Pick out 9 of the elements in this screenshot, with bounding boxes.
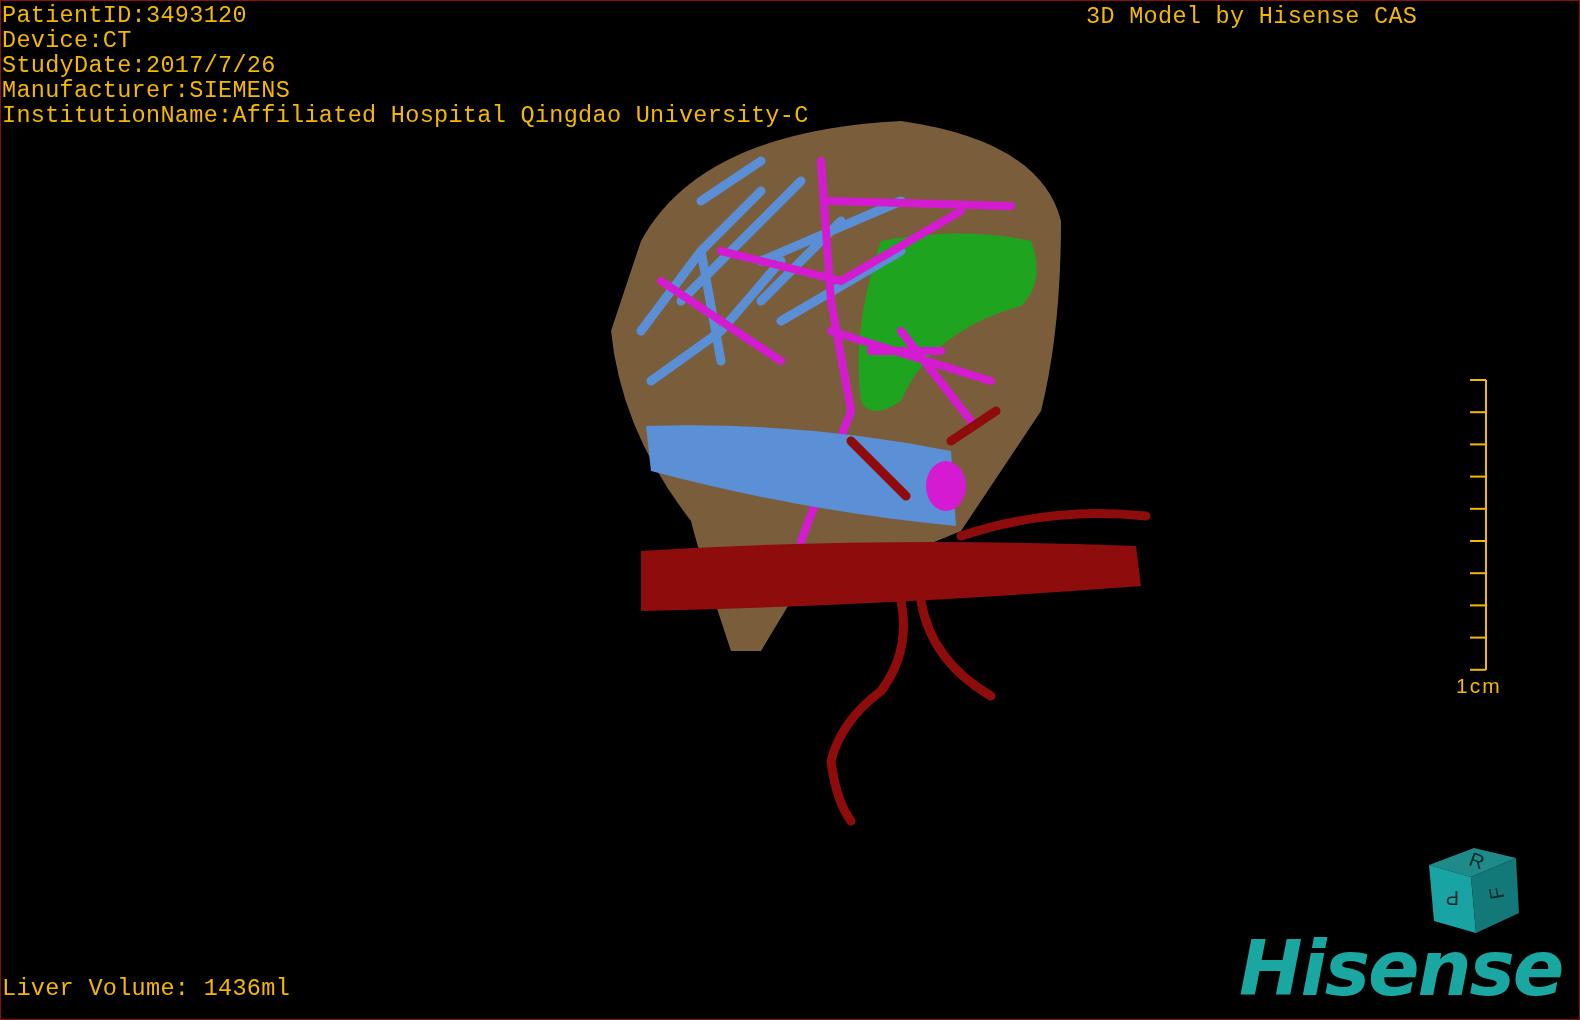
study-info-text: InstitutionName:Affiliated Hospital Qingdao University-C	[2, 103, 809, 128]
scale-label: 1cm	[1456, 675, 1502, 697]
study-info-text: StudyDate:2017/7/26	[2, 53, 276, 78]
study-info-text: Device:CT	[2, 28, 132, 53]
liver-volume-text: Liver Volume: 1436ml	[2, 976, 291, 1001]
scale-bar-icon	[1469, 379, 1488, 671]
viewer-title: 3D Model by Hisense CAS	[1086, 4, 1418, 29]
study-info-text: Manufacturer:SIEMENS	[2, 78, 291, 103]
study-info-text: PatientID:3493120	[2, 3, 247, 28]
